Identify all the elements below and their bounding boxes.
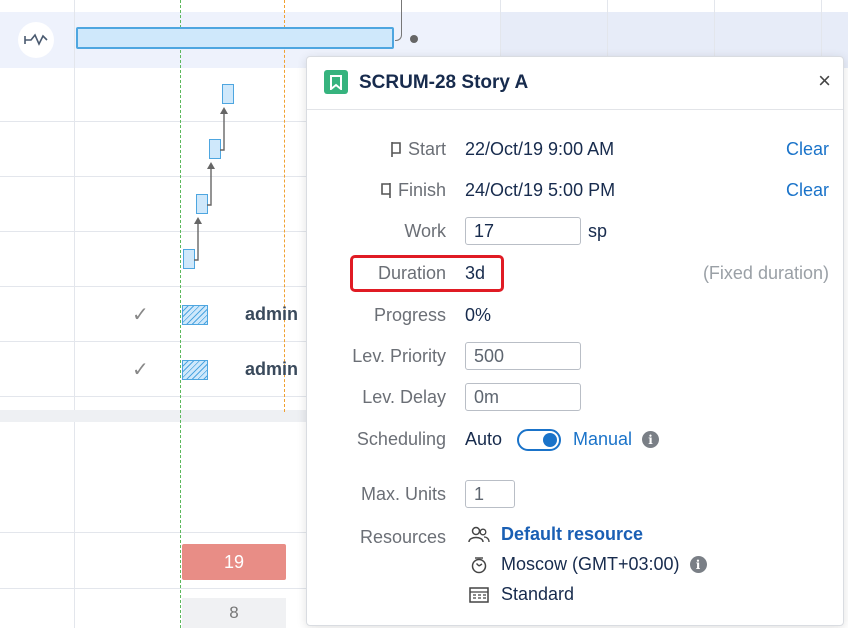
start-label-wrap: Start (390, 139, 446, 160)
scheduling-auto-label[interactable]: Auto (465, 429, 502, 450)
start-row: Start 22/Oct/19 9:00 AM Clear (307, 134, 843, 164)
scheduling-manual-wrap: Manual i (573, 429, 660, 450)
dependency-arrows (194, 107, 228, 261)
finish-label-wrap: Finish (380, 180, 446, 201)
lev-delay-input[interactable] (465, 383, 581, 411)
task-progress-bar[interactable] (182, 305, 208, 325)
people-icon (467, 526, 491, 544)
close-button[interactable]: × (818, 69, 831, 93)
calendar-value: Standard (501, 584, 575, 604)
grid-line (0, 341, 310, 342)
bookmark-icon (324, 70, 348, 94)
grid-line (0, 532, 310, 533)
timezone-value: Moscow (GMT+03:00) (501, 554, 680, 574)
today-marker-line (180, 0, 181, 628)
popup-header: SCRUM-28 Story A × (307, 57, 843, 110)
max-units-input[interactable] (465, 480, 515, 508)
lev-priority-input[interactable] (465, 342, 581, 370)
work-row: Work sp (307, 216, 843, 246)
grid-line (74, 0, 75, 628)
toggle-knob (543, 433, 557, 447)
dependency-link (395, 0, 402, 41)
info-icon[interactable]: i (689, 556, 707, 573)
summary-task-bar[interactable] (76, 27, 394, 49)
finish-label: Finish (397, 180, 446, 200)
grid-line (607, 0, 608, 60)
duration-highlight-box (350, 255, 504, 292)
work-unit: sp (588, 221, 608, 241)
flag-finish-icon (381, 183, 391, 198)
scheduling-label: Scheduling (356, 429, 446, 449)
assignee-label: admin (245, 359, 299, 379)
finish-value[interactable]: 24/Oct/19 5:00 PM (465, 180, 615, 201)
grid-line (0, 176, 310, 177)
flag-start-icon (391, 142, 401, 157)
work-input[interactable] (465, 217, 581, 245)
clear-finish-button[interactable]: Clear (786, 180, 829, 201)
grid-line (0, 121, 310, 122)
start-label: Start (407, 139, 446, 159)
calendar-icon (467, 586, 491, 603)
milestone-dot[interactable] (410, 35, 418, 43)
scheduling-row: Scheduling Auto Manual i (307, 424, 843, 454)
clock-icon (467, 556, 491, 574)
max-units-label: Max. Units (360, 484, 446, 504)
task-details-popup: SCRUM-28 Story A × Start 22/Oct/19 9:00 … (306, 56, 844, 626)
deadline-marker-line (284, 0, 285, 412)
popup-title[interactable]: SCRUM-28 Story A (359, 72, 528, 94)
lev-priority-label: Lev. Priority (352, 346, 446, 366)
task-progress-bar[interactable] (182, 360, 208, 380)
grid-line (0, 588, 310, 589)
lev-delay-row: Lev. Delay (307, 382, 843, 412)
fixed-duration-note: (Fixed duration) (702, 263, 829, 283)
grid-line (821, 0, 822, 60)
timezone-entry: Moscow (GMT+03:00) i (467, 554, 707, 575)
work-label: Work (404, 221, 446, 241)
lev-priority-row: Lev. Priority (307, 341, 843, 371)
panel-divider[interactable] (0, 410, 310, 422)
progress-value[interactable]: 0% (465, 305, 491, 326)
scheduling-manual-label[interactable]: Manual (573, 429, 632, 450)
grid-line (714, 0, 715, 60)
scheduling-toggle[interactable] (517, 429, 561, 451)
calendar-entry: Standard (467, 584, 574, 605)
issue-title: Story A (461, 72, 529, 93)
max-units-row: Max. Units (307, 479, 843, 509)
progress-label: Progress (373, 305, 446, 325)
start-value[interactable]: 22/Oct/19 9:00 AM (465, 139, 614, 160)
resource-link[interactable]: Default resource (501, 524, 643, 545)
resource-load-cell[interactable]: 8 (182, 598, 286, 628)
resource-entry: Default resource (467, 524, 643, 545)
check-icon: ✓ (132, 359, 149, 381)
grid-line (500, 0, 501, 60)
grid-line (0, 286, 310, 287)
grid-line (0, 396, 310, 397)
resource-load-cell-overloaded[interactable]: 19 (182, 544, 286, 580)
grid-line (0, 231, 310, 232)
issue-key[interactable]: SCRUM-28 (359, 72, 456, 93)
assignee-label: admin (245, 304, 299, 324)
finish-row: Finish 24/Oct/19 5:00 PM Clear (307, 175, 843, 205)
hierarchy-icon[interactable] (18, 22, 54, 58)
progress-row: Progress 0% (307, 300, 843, 330)
lev-delay-label: Lev. Delay (362, 387, 446, 407)
info-icon[interactable]: i (642, 431, 660, 448)
resources-label: Resources (359, 527, 446, 547)
clear-start-button[interactable]: Clear (786, 139, 829, 160)
check-icon: ✓ (132, 304, 149, 326)
